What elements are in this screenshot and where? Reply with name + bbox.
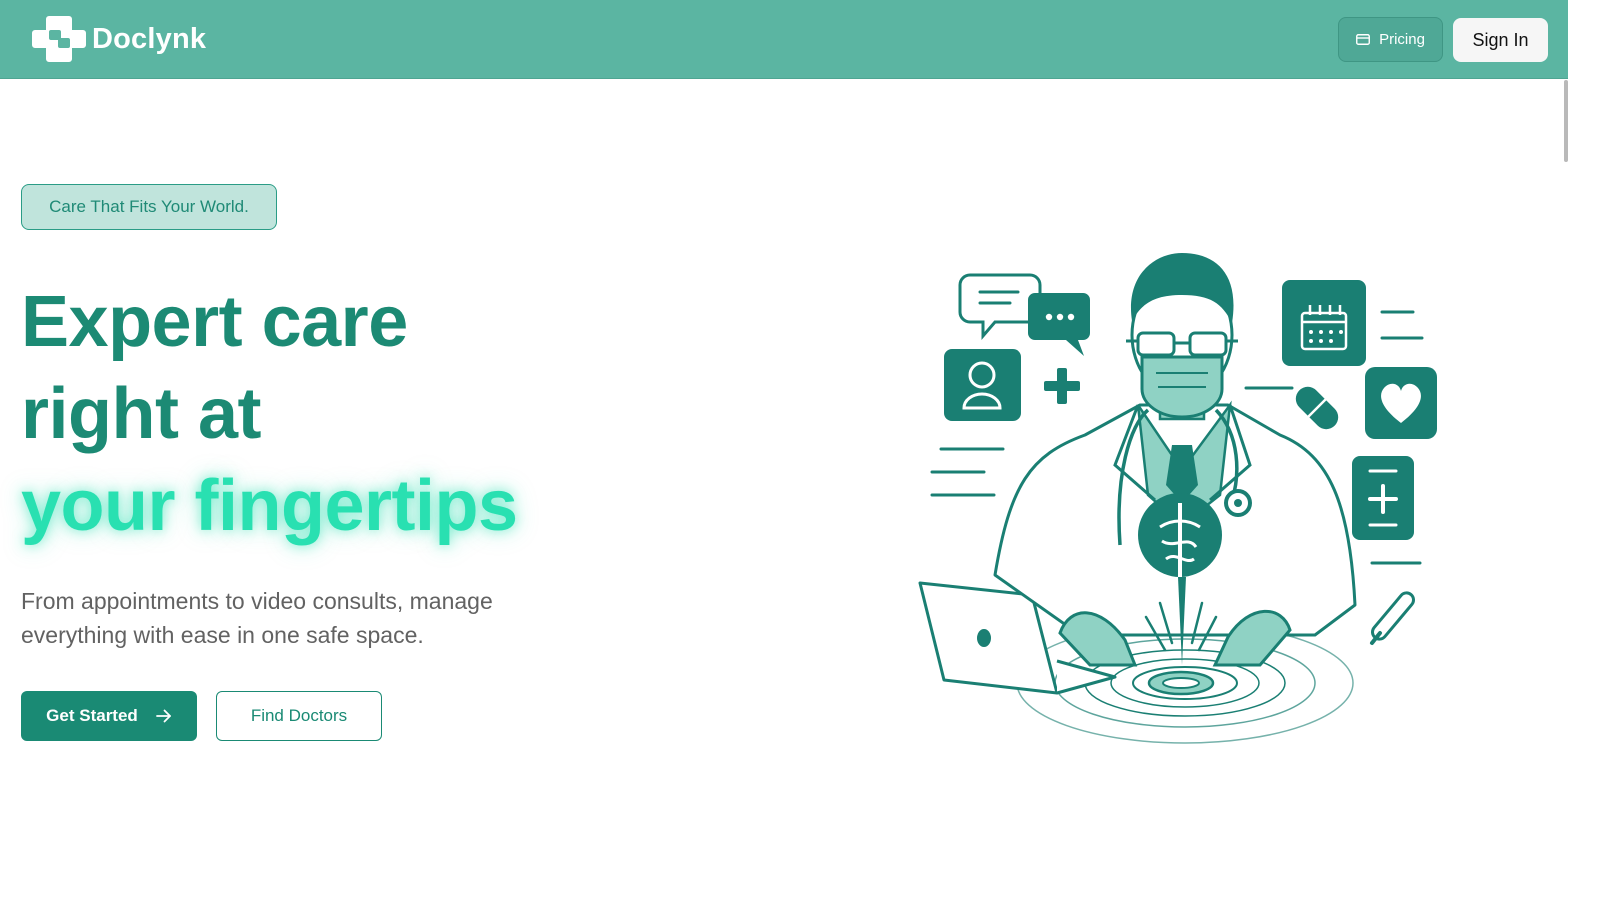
tagline-badge: Care That Fits Your World. (21, 184, 277, 230)
sign-in-label: Sign In (1472, 29, 1529, 50)
medical-cross-logo-icon (32, 16, 86, 62)
heart-icon (1365, 367, 1437, 439)
user-profile-icon (944, 349, 1021, 421)
top-navbar: Doclynk Pricing Sign In (0, 0, 1568, 79)
calendar-icon (1282, 280, 1366, 366)
hero-subtext: From appointments to video consults, man… (21, 588, 493, 648)
headline-line-3-highlight: your fingertips (21, 466, 518, 546)
thermometer-icon (1370, 591, 1415, 645)
doctor-illustration (918, 253, 1437, 744)
credit-card-icon (1356, 34, 1371, 45)
get-started-button[interactable]: Get Started (21, 691, 197, 741)
medical-kit-icon (1352, 456, 1414, 540)
pricing-button[interactable]: Pricing (1338, 17, 1443, 62)
motion-lines-left (930, 447, 1005, 497)
get-started-label: Get Started (46, 706, 138, 725)
message-dots-icon (1028, 293, 1090, 356)
tagline-text: Care That Fits Your World. (49, 197, 249, 216)
arrow-right-icon (155, 709, 171, 723)
brand-name: Doclynk (92, 22, 207, 55)
headline-line-2: right at (21, 374, 261, 454)
pricing-label: Pricing (1379, 31, 1425, 48)
headline-line-1: Expert care (21, 282, 408, 362)
plus-icon (1044, 368, 1080, 404)
find-doctors-button[interactable]: Find Doctors (216, 691, 382, 741)
brand-logo-link[interactable]: Doclynk (32, 13, 206, 65)
find-doctors-label: Find Doctors (250, 706, 348, 725)
page-scrollbar-thumb[interactable] (1564, 80, 1568, 162)
page-scrollbar-track[interactable] (1568, 0, 1603, 911)
hero-headline: Expert care right at your fingertips (21, 276, 641, 552)
pill-icon (1295, 386, 1339, 430)
sign-in-button[interactable]: Sign In (1453, 18, 1548, 62)
